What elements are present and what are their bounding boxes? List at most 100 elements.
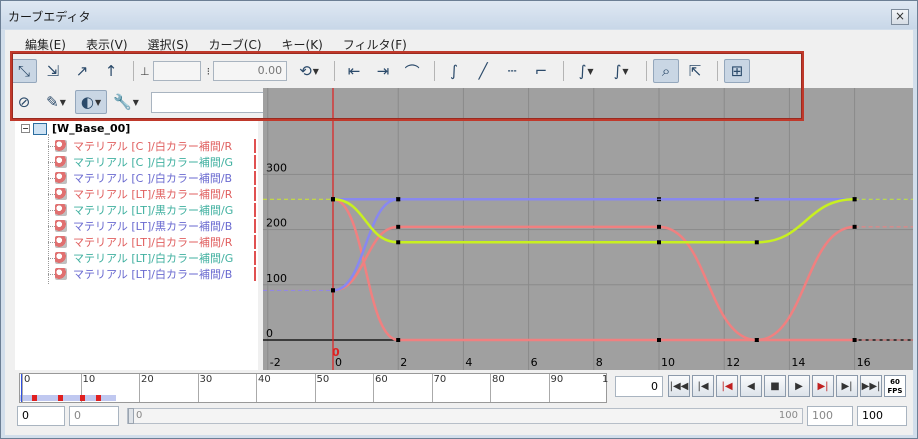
x-tick-label: -2	[270, 356, 281, 369]
timeline-label: 80	[492, 374, 505, 385]
tree-item[interactable]: マテリアル [C ]/白カラー補間/G	[55, 154, 233, 170]
go-to-end-button[interactable]: ▶▶|	[860, 375, 882, 397]
range-slider[interactable]: 0 100	[127, 408, 803, 424]
prev-key-icon: |◀	[697, 380, 709, 392]
y-tick-label: 300	[266, 161, 287, 174]
tree-connector	[48, 194, 55, 195]
next-key-button[interactable]: ▶|	[836, 375, 858, 397]
timeline-tick	[373, 374, 374, 402]
key-point	[657, 224, 661, 229]
skip-start-icon: |◀◀	[669, 380, 689, 392]
title-bar[interactable]: カーブエディタ ×	[1, 1, 917, 29]
timeline-label: 90	[550, 374, 564, 385]
tree-connector	[48, 178, 55, 179]
timeline-key-marker[interactable]	[32, 395, 37, 401]
key-point	[852, 224, 857, 229]
key-point	[852, 338, 857, 342]
material-icon	[55, 252, 67, 264]
timeline-label: 60	[375, 374, 388, 385]
material-icon	[55, 236, 67, 248]
timeline-tick	[314, 374, 316, 402]
tree-item[interactable]: マテリアル [C ]/白カラー補間/B	[55, 170, 232, 186]
range-slider-thumb[interactable]	[128, 408, 134, 424]
x-tick-label: 6	[531, 356, 538, 369]
fps-label: FPS	[887, 387, 903, 395]
prev-marker-button[interactable]: |◀	[716, 375, 738, 397]
key-point	[754, 338, 759, 342]
timeline-tick	[22, 374, 23, 402]
play-reverse-icon: ◀	[747, 380, 755, 392]
window-title: カーブエディタ	[8, 10, 91, 24]
timeline-label: 40	[258, 374, 271, 385]
current-frame-input[interactable]: 0	[615, 376, 663, 397]
timeline-key-marker[interactable]	[80, 395, 85, 401]
tree-item[interactable]: マテリアル [LT]/黒カラー補間/B	[55, 218, 232, 234]
curve-color-marker	[254, 155, 256, 169]
key-point	[396, 197, 401, 202]
tree-root[interactable]: − [W_Base_00]	[21, 122, 130, 135]
skip-end-icon: ▶▶|	[861, 380, 881, 392]
curve-graph-svg[interactable]: -2 0 2 4 6 8 10 12 14 1630020010000	[263, 88, 913, 370]
key-point	[331, 288, 335, 293]
curve-tree: − [W_Base_00] マテリアル [C ]/白カラー補間/R マテリアル […	[15, 120, 258, 370]
curve-color-marker	[254, 203, 256, 217]
client-area: 編集(E) 表示(V) 選択(S) カーブ(C) キー(K) フィルタ(F) ⤡…	[5, 30, 913, 435]
material-icon	[55, 220, 67, 232]
tree-item[interactable]: マテリアル [LT]/白カラー補間/R	[55, 234, 232, 250]
stop-button[interactable]: ■	[764, 375, 786, 397]
prev-marker-icon: |◀	[721, 380, 733, 392]
x-tick-label: 16	[857, 356, 871, 369]
tree-connector	[48, 146, 55, 147]
timeline-key-marker[interactable]	[96, 395, 101, 401]
timeline-tick	[139, 374, 140, 402]
timeline-label: 0	[24, 374, 31, 385]
tree-item[interactable]: マテリアル [C ]/白カラー補間/R	[55, 138, 232, 154]
tree-item-label: マテリアル [LT]/白カラー補間/B	[73, 268, 233, 281]
tree-item[interactable]: マテリアル [LT]/白カラー補間/G	[55, 250, 233, 266]
curve-color-marker	[254, 219, 256, 233]
play-button[interactable]: ▶	[788, 375, 810, 397]
timeline-tick	[431, 374, 433, 402]
tree-connector	[48, 134, 49, 284]
tree-item-label: マテリアル [LT]/白カラー補間/G	[73, 252, 234, 265]
tree-item[interactable]: マテリアル [LT]/白カラー補間/B	[55, 266, 232, 282]
x-tick-label: 12	[726, 356, 740, 369]
prev-key-button[interactable]: |◀	[692, 375, 714, 397]
key-point	[396, 224, 401, 229]
tree-connector	[48, 162, 55, 163]
tree-item[interactable]: マテリアル [LT]/黒カラー補間/R	[55, 186, 232, 202]
curve-color-marker	[254, 187, 256, 201]
key-point	[396, 240, 401, 245]
timeline-key-marker[interactable]	[58, 395, 63, 401]
curve-color-marker	[254, 235, 256, 249]
key-point	[331, 197, 335, 202]
curve-graph[interactable]: -2 0 2 4 6 8 10 12 14 16 300 200 100 0 0	[263, 88, 913, 370]
timeline-label: 10	[82, 374, 96, 385]
next-marker-button[interactable]: ▶|	[812, 375, 834, 397]
tree-item-label: マテリアル [LT]/黒カラー補間/R	[73, 188, 233, 201]
key-point	[852, 197, 857, 202]
tree-connector	[48, 274, 55, 275]
collapse-icon[interactable]: −	[21, 124, 30, 133]
tree-connector	[48, 226, 55, 227]
close-button[interactable]: ×	[891, 9, 909, 25]
fps-toggle-button[interactable]: 60 FPS	[884, 375, 906, 397]
curve-color-marker	[254, 251, 256, 265]
play-reverse-button[interactable]: ◀	[740, 375, 762, 397]
tree-item-label: マテリアル [LT]/黒カラー補間/G	[73, 204, 234, 217]
timeline-label: 50	[316, 374, 330, 385]
material-icon	[55, 188, 67, 200]
range-start-input[interactable]: 0	[17, 406, 65, 426]
key-point	[396, 338, 401, 342]
next-key-icon: ▶|	[841, 380, 853, 392]
x-tick-label: 10	[661, 356, 675, 369]
range-end-input[interactable]: 100	[857, 406, 907, 426]
x-tick-label: 4	[465, 356, 472, 369]
material-icon	[55, 140, 67, 152]
tree-item-label: マテリアル [LT]/白カラー補間/R	[73, 236, 233, 249]
range-slider-min: 0	[136, 410, 143, 421]
key-point	[657, 338, 661, 342]
timeline-ruler[interactable]: 0 10 20 30 40 50 60 70 80 90 1	[19, 373, 608, 403]
go-to-start-button[interactable]: |◀◀	[668, 375, 690, 397]
tree-item[interactable]: マテリアル [LT]/黒カラー補間/G	[55, 202, 233, 218]
